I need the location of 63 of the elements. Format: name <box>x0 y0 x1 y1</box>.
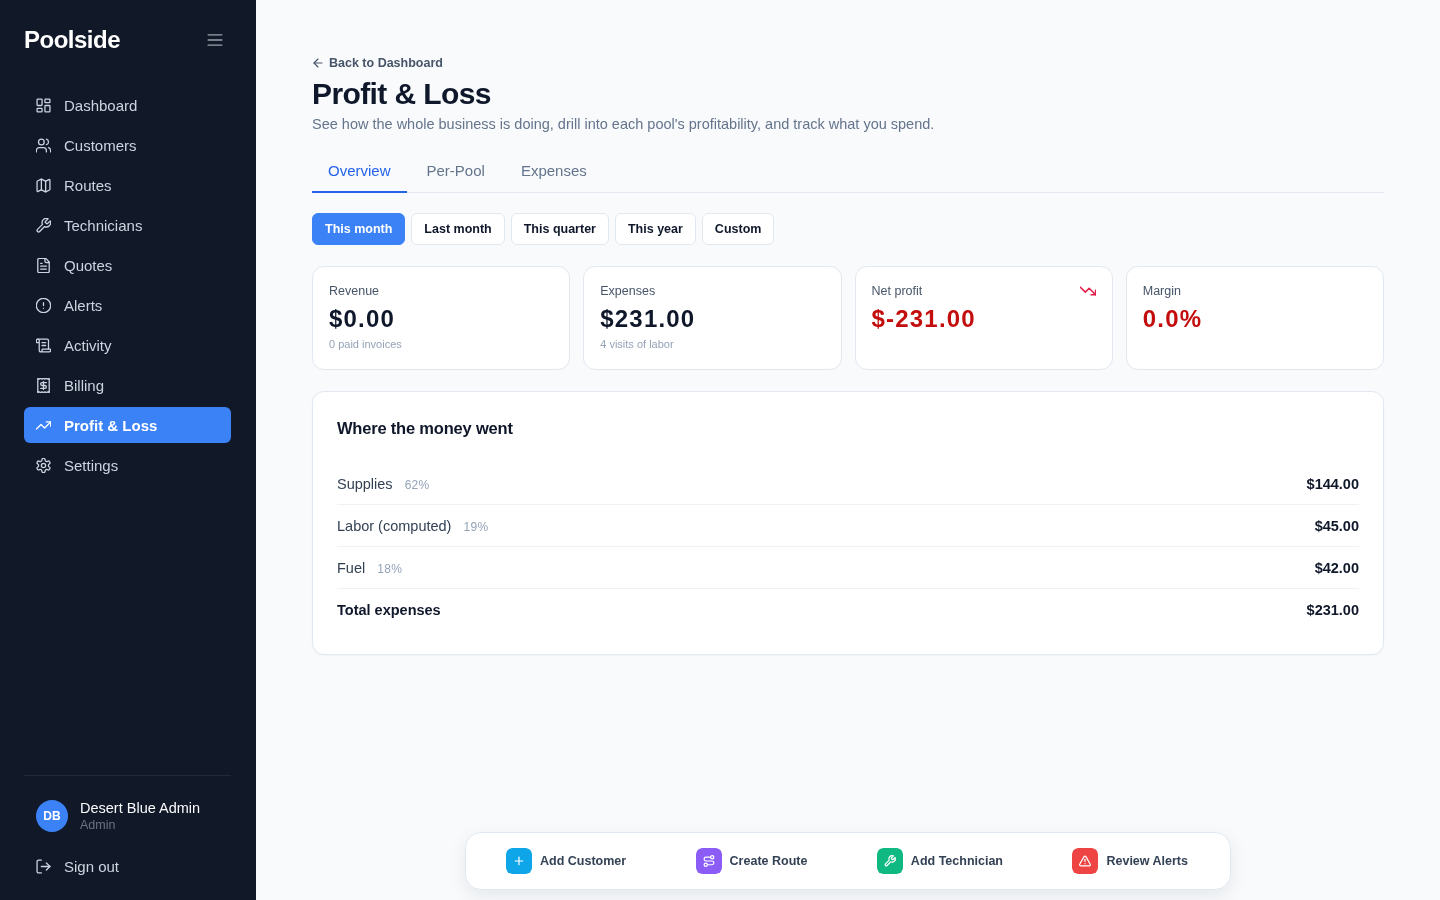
row-label: Labor (computed) <box>337 517 452 534</box>
nav-item[interactable]: Routes <box>24 167 231 203</box>
grid-icon <box>36 97 51 113</box>
period-button[interactable]: This month <box>312 213 406 245</box>
logout-icon <box>36 858 51 874</box>
user-avatar: DB <box>36 800 68 832</box>
brand-logo: Poolside <box>24 26 121 54</box>
section-title: Where the money went <box>337 418 513 439</box>
period-button[interactable]: This quarter <box>510 213 609 245</box>
metric-label: Expenses <box>600 284 656 298</box>
period-button[interactable]: Last month <box>411 213 505 245</box>
metric-note: 4 visits of labor <box>600 338 674 350</box>
row-amount: $231.00 <box>1306 601 1359 618</box>
row-share: 18% <box>377 561 403 576</box>
metric-label: Margin <box>1142 284 1181 298</box>
receipt-icon <box>36 377 51 393</box>
metric-note: 0 paid invoices <box>329 338 402 350</box>
page-subtitle: See how the whole business is doing, drill into each pool's profitability, and track what you spend. <box>312 115 935 134</box>
period-button[interactable]: Custom <box>701 213 775 245</box>
quick-action[interactable]: Add Technician <box>876 848 1003 874</box>
scroll-icon <box>36 337 51 353</box>
nav-item[interactable]: Customers <box>24 127 231 163</box>
users-icon <box>36 137 51 153</box>
nav-item[interactable]: Profit & Loss <box>24 407 231 443</box>
row-amount: $45.00 <box>1314 517 1359 534</box>
metric-value: $-231.00 <box>871 304 976 334</box>
row-share: 19% <box>463 519 489 534</box>
metric-label: Net profit <box>871 284 923 298</box>
row-label: Total expenses <box>337 601 441 618</box>
arrow-left-icon <box>312 57 324 69</box>
nav-item[interactable]: Dashboard <box>24 87 231 123</box>
back-link[interactable]: Back to Dashboard <box>312 56 443 70</box>
document-icon <box>36 257 51 273</box>
tab[interactable]: Overview <box>312 151 407 193</box>
tab[interactable]: Per-Pool <box>410 151 501 193</box>
row-label: Supplies <box>337 475 393 492</box>
row-amount: $144.00 <box>1306 475 1359 492</box>
row-share: 62% <box>404 477 430 492</box>
row-amount: $42.00 <box>1314 559 1359 576</box>
nav-item[interactable]: Activity <box>24 327 231 363</box>
settings-icon <box>36 457 51 473</box>
metric-value: $0.00 <box>329 304 396 334</box>
menu-icon <box>206 31 224 49</box>
period-button[interactable]: This year <box>614 213 696 245</box>
nav-item[interactable]: Technicians <box>24 207 231 243</box>
quick-action[interactable]: Add Customer <box>506 848 627 874</box>
page-title: Profit & Loss <box>312 76 491 112</box>
nav-item[interactable]: Settings <box>24 447 231 483</box>
map-icon <box>36 177 51 193</box>
nav-item[interactable]: Quotes <box>24 247 231 283</box>
quick-action[interactable]: Review Alerts <box>1072 848 1188 874</box>
tab[interactable]: Expenses <box>504 151 603 193</box>
nav-item[interactable]: Billing <box>24 367 231 403</box>
quick-action[interactable]: Create Route <box>695 848 808 874</box>
row-label: Fuel <box>337 559 366 576</box>
metric-label: Revenue <box>329 284 380 298</box>
metric-value: 0.0% <box>1142 304 1203 334</box>
user-role: Admin <box>80 818 117 832</box>
metric-value: $231.00 <box>600 304 696 334</box>
nav-item[interactable]: Alerts <box>24 287 231 323</box>
sign-out-button[interactable]: Sign out <box>24 854 132 878</box>
wrench-icon <box>36 217 51 233</box>
user-name: Desert Blue Admin <box>80 800 201 816</box>
